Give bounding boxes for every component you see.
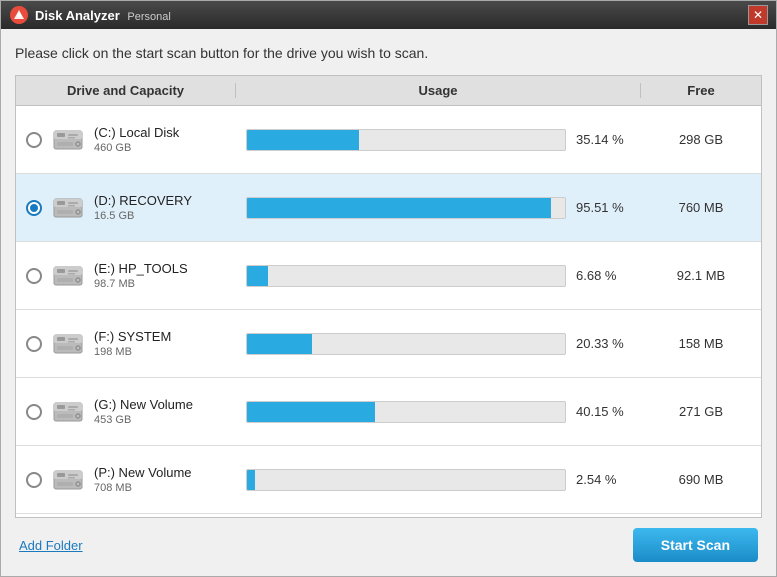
titlebar: Disk Analyzer Personal ✕ [1, 1, 776, 29]
drive-name: (E:) HP_TOOLS [94, 261, 188, 276]
main-content: Please click on the start scan button fo… [1, 29, 776, 576]
instruction-text: Please click on the start scan button fo… [15, 45, 762, 61]
free-cell: 690 MB [641, 472, 761, 487]
drive-info-cell: (G:) New Volume 453 GB [16, 386, 236, 438]
usage-cell: 95.51 % [236, 197, 641, 219]
drive-details: (P:) New Volume 708 MB [94, 465, 192, 494]
drive-size: 708 MB [94, 482, 192, 494]
drive-info-cell: (C:) Local Disk 460 GB [16, 114, 236, 166]
radio-button[interactable] [26, 336, 42, 352]
drive-name: (P:) New Volume [94, 465, 192, 480]
drive-details: (E:) HP_TOOLS 98.7 MB [94, 261, 188, 290]
app-logo [9, 5, 29, 25]
progress-bar-fill [247, 402, 375, 422]
drive-row[interactable]: (P:) New Volume 708 MB 2.54 % 690 MB [16, 446, 761, 514]
progress-bar-fill [247, 470, 255, 490]
drive-row[interactable]: (E:) HP_TOOLS 98.7 MB 6.68 % 92.1 MB [16, 242, 761, 310]
title-text: Disk Analyzer [35, 8, 120, 23]
title-subtitle: Personal [127, 11, 170, 23]
start-scan-button[interactable]: Start Scan [633, 528, 758, 562]
add-folder-link[interactable]: Add Folder [19, 538, 83, 553]
app-title: Disk Analyzer Personal [35, 8, 748, 23]
drive-rows-container: (C:) Local Disk 460 GB 35.14 % 298 GB (D… [16, 106, 761, 514]
drive-details: (F:) SYSTEM 198 MB [94, 329, 171, 358]
usage-percentage: 20.33 % [576, 336, 631, 351]
radio-button[interactable] [26, 132, 42, 148]
header-usage: Usage [236, 83, 641, 98]
usage-cell: 2.54 % [236, 469, 641, 491]
table-header: Drive and Capacity Usage Free [16, 76, 761, 106]
drive-name: (G:) New Volume [94, 397, 193, 412]
free-cell: 92.1 MB [641, 268, 761, 283]
progress-bar-fill [247, 130, 359, 150]
drive-details: (G:) New Volume 453 GB [94, 397, 193, 426]
radio-button[interactable] [26, 200, 42, 216]
radio-button[interactable] [26, 268, 42, 284]
header-free: Free [641, 83, 761, 98]
usage-cell: 6.68 % [236, 265, 641, 287]
drive-size: 16.5 GB [94, 210, 192, 222]
progress-bar-bg [246, 401, 566, 423]
drive-info-cell: (D:) RECOVERY 16.5 GB [16, 182, 236, 234]
drive-info-cell: (F:) SYSTEM 198 MB [16, 318, 236, 370]
usage-percentage: 2.54 % [576, 472, 631, 487]
progress-bar-bg [246, 265, 566, 287]
progress-bar-fill [247, 266, 268, 286]
drive-name: (D:) RECOVERY [94, 193, 192, 208]
drive-size: 460 GB [94, 142, 179, 154]
hdd-icon [50, 258, 86, 294]
drive-info-cell: (P:) New Volume 708 MB [16, 454, 236, 506]
drive-row[interactable]: (D:) RECOVERY 16.5 GB 95.51 % 760 MB [16, 174, 761, 242]
drive-details: (C:) Local Disk 460 GB [94, 125, 179, 154]
usage-percentage: 6.68 % [576, 268, 631, 283]
drive-size: 198 MB [94, 346, 171, 358]
hdd-icon [50, 326, 86, 362]
usage-percentage: 95.51 % [576, 200, 631, 215]
hdd-icon [50, 122, 86, 158]
footer: Add Folder Start Scan [15, 518, 762, 566]
drive-table: Drive and Capacity Usage Free (C:) Local… [15, 75, 762, 518]
header-drive: Drive and Capacity [16, 83, 236, 98]
usage-cell: 20.33 % [236, 333, 641, 355]
drive-row[interactable]: (C:) Local Disk 460 GB 35.14 % 298 GB [16, 106, 761, 174]
usage-cell: 40.15 % [236, 401, 641, 423]
progress-bar-bg [246, 469, 566, 491]
radio-button[interactable] [26, 404, 42, 420]
drive-name: (C:) Local Disk [94, 125, 179, 140]
drive-details: (D:) RECOVERY 16.5 GB [94, 193, 192, 222]
progress-bar-bg [246, 333, 566, 355]
progress-bar-fill [247, 334, 312, 354]
main-window: Disk Analyzer Personal ✕ Please click on… [0, 0, 777, 577]
drive-row[interactable]: (G:) New Volume 453 GB 40.15 % 271 GB [16, 378, 761, 446]
hdd-icon [50, 394, 86, 430]
usage-cell: 35.14 % [236, 129, 641, 151]
radio-button[interactable] [26, 472, 42, 488]
free-cell: 298 GB [641, 132, 761, 147]
free-cell: 760 MB [641, 200, 761, 215]
progress-bar-fill [247, 198, 551, 218]
usage-percentage: 35.14 % [576, 132, 631, 147]
free-cell: 158 MB [641, 336, 761, 351]
close-button[interactable]: ✕ [748, 5, 768, 25]
hdd-icon [50, 462, 86, 498]
drive-row[interactable]: (F:) SYSTEM 198 MB 20.33 % 158 MB [16, 310, 761, 378]
drive-size: 453 GB [94, 414, 193, 426]
hdd-icon [50, 190, 86, 226]
progress-bar-bg [246, 129, 566, 151]
progress-bar-bg [246, 197, 566, 219]
free-cell: 271 GB [641, 404, 761, 419]
drive-info-cell: (E:) HP_TOOLS 98.7 MB [16, 250, 236, 302]
drive-size: 98.7 MB [94, 278, 188, 290]
drive-name: (F:) SYSTEM [94, 329, 171, 344]
usage-percentage: 40.15 % [576, 404, 631, 419]
